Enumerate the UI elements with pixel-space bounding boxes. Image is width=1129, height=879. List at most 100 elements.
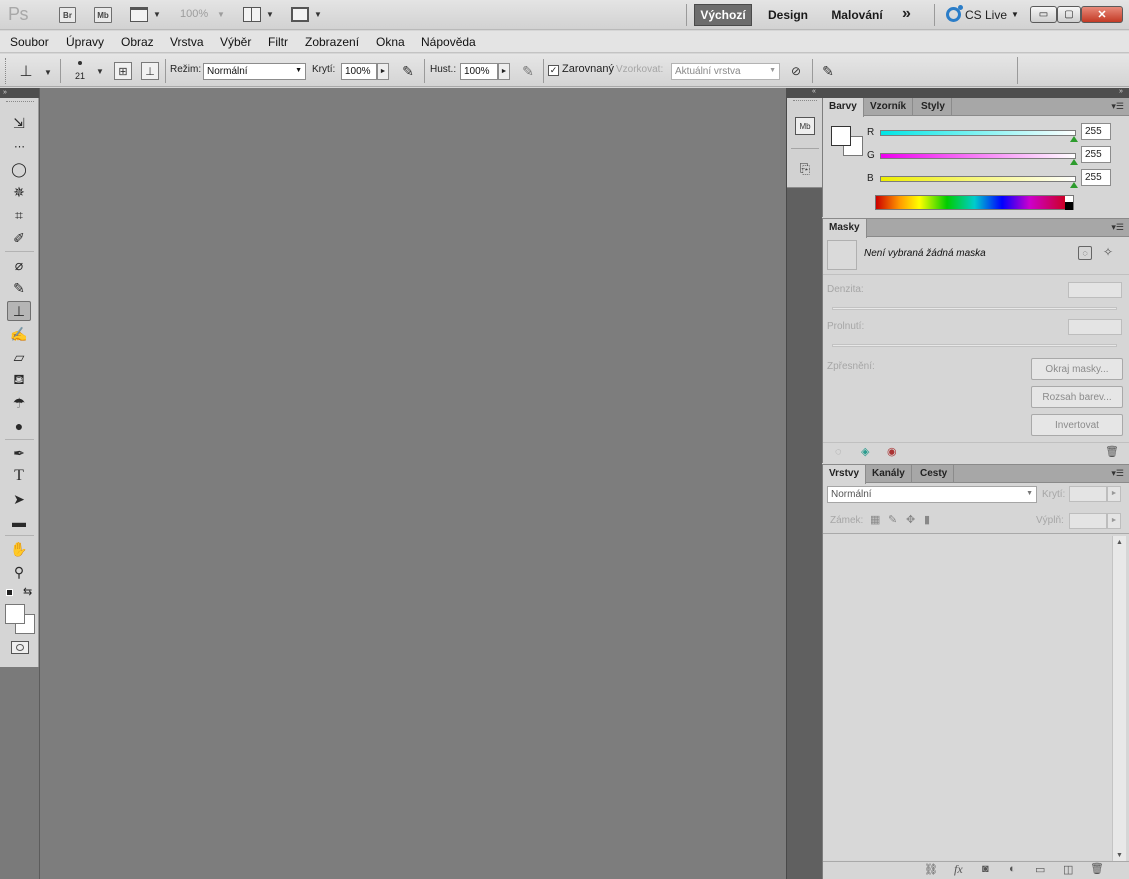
trash-icon[interactable]: 🗑 bbox=[1090, 862, 1104, 875]
clone-source-panel-icon[interactable]: ⊥ bbox=[141, 62, 159, 80]
workspace-default[interactable]: Výchozí bbox=[694, 4, 752, 26]
flow-slider-button[interactable]: ► bbox=[498, 63, 510, 80]
toggle-mask-visibility-icon[interactable]: ◉ bbox=[887, 445, 897, 458]
marquee-tool-icon[interactable]: ⋯ bbox=[7, 136, 31, 156]
new-layer-icon[interactable]: ◫ bbox=[1063, 863, 1073, 876]
menu-view[interactable]: Zobrazení bbox=[305, 35, 359, 49]
brush-tool-icon[interactable]: ✎ bbox=[7, 278, 31, 298]
collapse-dock-icon[interactable]: « bbox=[812, 88, 816, 95]
zoom-tool-icon[interactable]: ⚲ bbox=[7, 562, 31, 582]
clone-source-panel-icon[interactable]: ⎘ bbox=[795, 160, 815, 178]
rectangle-tool-icon[interactable]: ▬ bbox=[7, 512, 31, 532]
sample-select[interactable]: Aktuální vrstva ▼ bbox=[671, 63, 780, 80]
zoom-level[interactable]: 100% bbox=[180, 8, 208, 20]
magic-wand-tool-icon[interactable]: ✵ bbox=[7, 182, 31, 202]
bridge-button[interactable]: Br bbox=[59, 7, 76, 23]
add-mask-icon[interactable]: ◙ bbox=[982, 863, 989, 875]
chevron-down-icon[interactable]: ▼ bbox=[266, 10, 274, 19]
panel-menu-icon[interactable]: ▾☰ bbox=[1111, 101, 1124, 112]
brush-preview-icon[interactable] bbox=[78, 61, 82, 65]
blend-mode-select[interactable]: Normální ▼ bbox=[827, 486, 1037, 503]
tab-layers[interactable]: Vrstvy bbox=[823, 465, 867, 484]
maximize-button[interactable]: ▢ bbox=[1057, 6, 1081, 23]
pen-tool-icon[interactable]: ✒ bbox=[7, 443, 31, 463]
chevron-down-icon[interactable]: ▼ bbox=[44, 68, 52, 77]
cs-live-menu[interactable]: CS Live ▼ bbox=[946, 5, 1019, 22]
toolbox-collapse-icon[interactable]: » bbox=[0, 88, 39, 98]
foreground-color-swatch[interactable] bbox=[5, 604, 25, 624]
opacity-slider-button[interactable]: ► bbox=[377, 63, 389, 80]
invert-button[interactable]: Invertovat bbox=[1031, 414, 1123, 436]
menu-layer[interactable]: Vrstva bbox=[170, 35, 204, 49]
trash-icon[interactable]: 🗑 bbox=[1105, 445, 1119, 458]
lasso-tool-icon[interactable]: ◯ bbox=[7, 159, 31, 179]
chevron-down-icon[interactable]: ▼ bbox=[153, 10, 161, 19]
menu-help[interactable]: Nápověda bbox=[421, 35, 476, 49]
aligned-checkbox[interactable]: ✓ bbox=[548, 65, 559, 76]
opacity-field[interactable]: 100% bbox=[341, 63, 377, 80]
dodge-tool-icon[interactable]: ● bbox=[7, 416, 31, 436]
new-group-icon[interactable]: ▭ bbox=[1035, 863, 1045, 876]
crop-tool-icon[interactable]: ⌗ bbox=[7, 205, 31, 225]
quick-mask-icon[interactable] bbox=[11, 641, 29, 654]
pressure-opacity-icon[interactable]: ✎ bbox=[398, 61, 418, 81]
screen-mode-icon[interactable] bbox=[291, 7, 309, 22]
tab-masks[interactable]: Masky bbox=[823, 219, 867, 238]
close-button[interactable]: ✕ bbox=[1081, 6, 1123, 23]
tab-styles[interactable]: Styly bbox=[915, 98, 952, 116]
blue-value-field[interactable]: 255 bbox=[1081, 169, 1111, 186]
arrange-documents-icon[interactable] bbox=[243, 7, 261, 22]
green-slider-track[interactable] bbox=[880, 153, 1076, 159]
layer-list-scrollbar[interactable]: ▲ ▼ bbox=[1112, 536, 1126, 862]
tab-swatches[interactable]: Vzorník bbox=[864, 98, 914, 116]
move-tool-icon[interactable]: ⇲ bbox=[7, 113, 31, 133]
menu-window[interactable]: Okna bbox=[376, 35, 405, 49]
workspace-design[interactable]: Design bbox=[760, 4, 816, 26]
type-tool-icon[interactable]: T bbox=[7, 466, 31, 486]
mini-bridge-panel-button[interactable]: Mb bbox=[795, 117, 815, 135]
panel-menu-icon[interactable]: ▾☰ bbox=[1111, 222, 1124, 233]
clone-stamp-tool-icon[interactable]: ⊥ bbox=[7, 301, 31, 321]
minimize-button[interactable]: ▭ bbox=[1030, 6, 1057, 23]
layer-list[interactable] bbox=[823, 534, 1112, 860]
green-slider-thumb[interactable] bbox=[1070, 159, 1078, 165]
tab-color[interactable]: Barvy bbox=[823, 98, 864, 117]
link-layers-icon[interactable]: ⛓ bbox=[924, 863, 938, 876]
pressure-size-icon[interactable]: ✎ bbox=[818, 61, 838, 81]
airbrush-icon[interactable]: ✎ bbox=[518, 61, 538, 81]
pixel-mask-icon[interactable]: ◌ bbox=[1078, 246, 1092, 260]
vector-mask-icon[interactable]: ✧ bbox=[1103, 245, 1113, 259]
swap-colors-icon[interactable]: ⇆ bbox=[23, 585, 32, 598]
menu-edit[interactable]: Úpravy bbox=[66, 35, 104, 49]
layer-style-icon[interactable]: fx bbox=[954, 862, 963, 877]
blue-slider-thumb[interactable] bbox=[1070, 182, 1078, 188]
chevron-down-icon[interactable]: ▼ bbox=[217, 10, 225, 19]
default-colors-icon[interactable] bbox=[6, 589, 13, 596]
eyedropper-tool-icon[interactable]: ✐ bbox=[7, 228, 31, 248]
menu-filter[interactable]: Filtr bbox=[268, 35, 288, 49]
tab-paths[interactable]: Cesty bbox=[914, 465, 955, 483]
path-selection-tool-icon[interactable]: ➤ bbox=[7, 489, 31, 509]
foreground-color-swatch[interactable] bbox=[831, 126, 851, 146]
history-brush-tool-icon[interactable]: ✍ bbox=[7, 324, 31, 344]
brush-panel-icon[interactable]: ⊞ bbox=[114, 62, 132, 80]
blue-slider-track[interactable] bbox=[880, 176, 1076, 182]
menu-select[interactable]: Výběr bbox=[220, 35, 251, 49]
color-range-button[interactable]: Rozsah barev... bbox=[1031, 386, 1123, 408]
view-extras-icon[interactable] bbox=[130, 7, 148, 22]
hand-tool-icon[interactable]: ✋ bbox=[7, 539, 31, 559]
red-slider-thumb[interactable] bbox=[1070, 136, 1078, 142]
tab-channels[interactable]: Kanály bbox=[866, 465, 912, 483]
more-workspaces-icon[interactable]: » bbox=[902, 5, 911, 23]
apply-mask-icon[interactable]: ◈ bbox=[861, 445, 869, 458]
mask-edge-button[interactable]: Okraj masky... bbox=[1031, 358, 1123, 380]
healing-brush-tool-icon[interactable]: ⌀ bbox=[7, 255, 31, 275]
panel-menu-icon[interactable]: ▾☰ bbox=[1111, 468, 1124, 479]
eraser-tool-icon[interactable]: ▱ bbox=[7, 347, 31, 367]
scroll-down-icon[interactable]: ▼ bbox=[1116, 852, 1123, 859]
load-selection-icon[interactable]: ◌ bbox=[835, 446, 842, 458]
chevron-down-icon[interactable]: ▼ bbox=[314, 10, 322, 19]
adjustment-layer-icon[interactable]: ◐ bbox=[1009, 863, 1016, 875]
blur-tool-icon[interactable]: ☂ bbox=[7, 393, 31, 413]
collapse-panels-icon[interactable]: » bbox=[1119, 88, 1123, 95]
